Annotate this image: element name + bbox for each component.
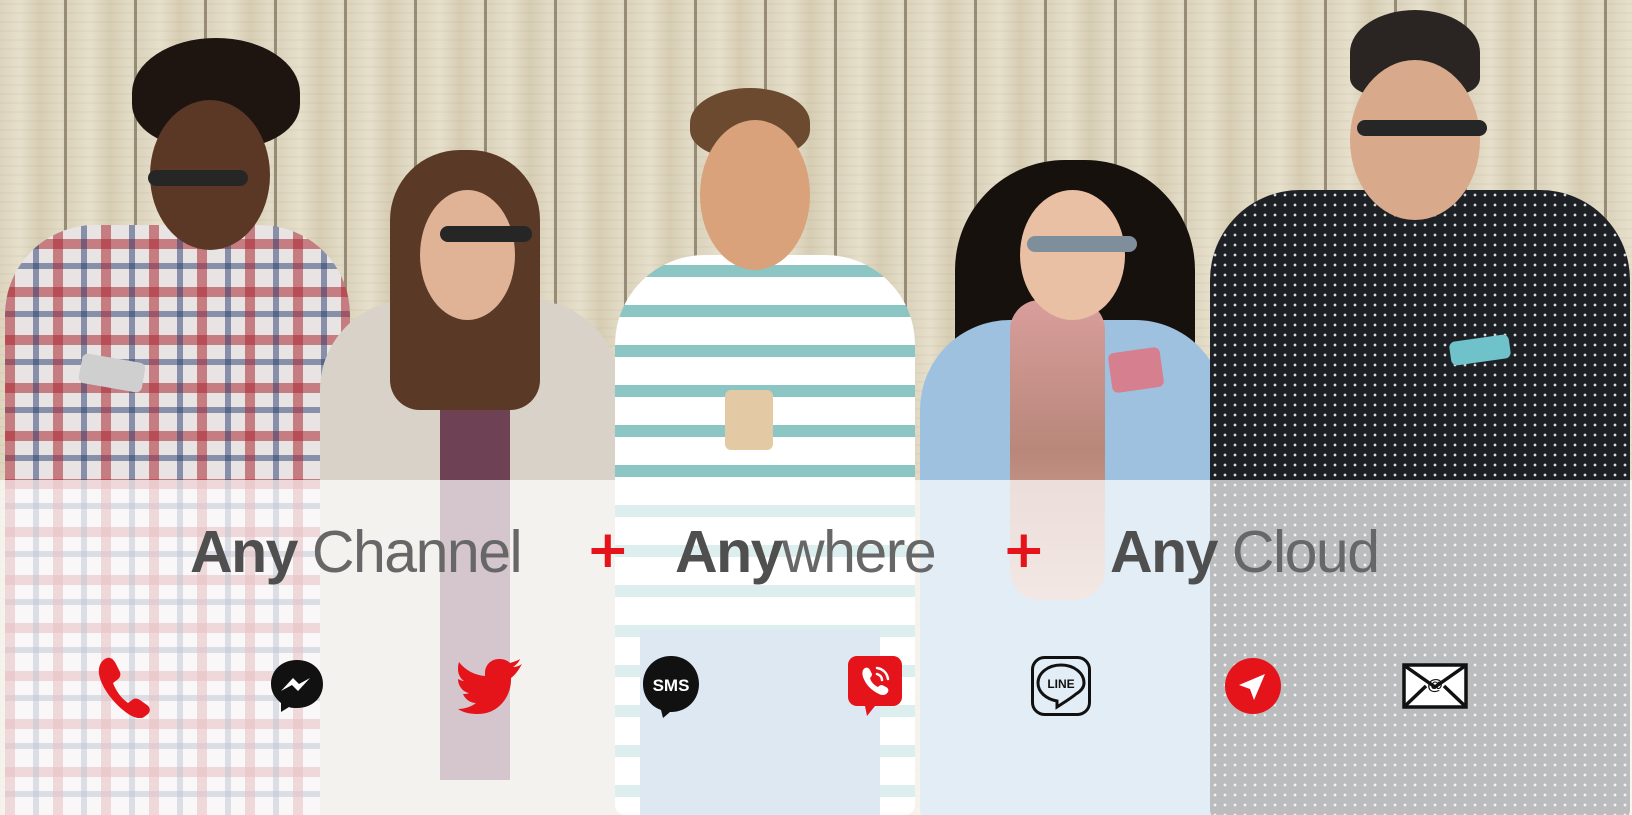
- plus-separator: +: [586, 520, 630, 580]
- twitter-icon[interactable]: [456, 650, 526, 722]
- headline-strong: Any: [675, 519, 783, 585]
- hero-banner: Any Channel + Anywhere + Any Cloud SMS L…: [0, 0, 1632, 815]
- headline-light: where: [781, 519, 937, 585]
- headline-any-channel: Any Channel: [190, 512, 523, 592]
- headline-strong: Any: [1110, 519, 1218, 585]
- plus-separator: +: [1002, 520, 1046, 580]
- messenger-icon[interactable]: [262, 650, 332, 722]
- phone-icon[interactable]: [88, 650, 158, 722]
- headline-anywhere: Anywhere: [675, 512, 937, 592]
- email-at-symbol: @: [1427, 677, 1443, 694]
- sms-icon-label: SMS: [653, 676, 690, 695]
- line-icon[interactable]: LINE: [1026, 650, 1096, 722]
- headline-strong: Any: [190, 519, 298, 585]
- headline-any-cloud: Any Cloud: [1110, 512, 1380, 592]
- headline-light: Cloud: [1216, 519, 1380, 585]
- smartphone: [725, 390, 773, 450]
- smartphone: [1107, 346, 1165, 394]
- telegram-icon[interactable]: [1218, 650, 1288, 722]
- viber-icon[interactable]: [840, 650, 910, 722]
- channel-icons-row: SMS LINE @: [0, 650, 1632, 730]
- sms-icon[interactable]: SMS: [636, 650, 706, 722]
- headline: Any Channel + Anywhere + Any Cloud: [0, 512, 1632, 592]
- line-icon-label: LINE: [1047, 677, 1074, 691]
- email-icon[interactable]: @: [1400, 650, 1470, 722]
- headline-light: Channel: [296, 519, 523, 585]
